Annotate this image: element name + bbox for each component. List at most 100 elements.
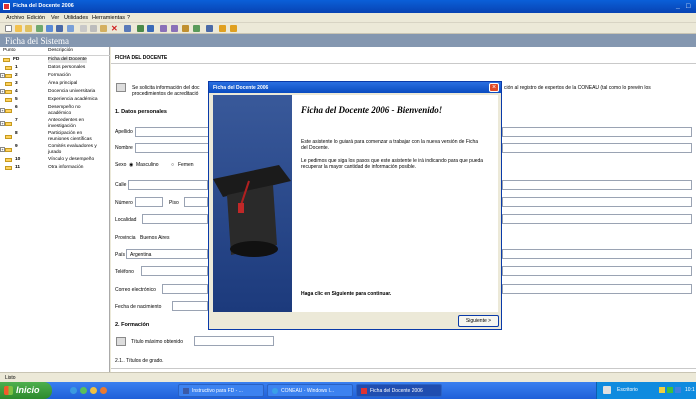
folder-icon (5, 158, 12, 162)
close-icon[interactable]: × (489, 83, 499, 92)
sexo-label: Sexo (115, 162, 127, 168)
telefono-label: Teléfono (115, 269, 134, 275)
quicklaunch-icon[interactable] (80, 387, 87, 394)
desktop-icon[interactable] (603, 386, 611, 394)
numero-label: Número (115, 200, 133, 206)
statusbar: Listo (0, 372, 696, 382)
task-coneau[interactable]: CONEAU - Windows I... (267, 384, 353, 397)
cut-icon[interactable] (80, 25, 87, 32)
menu-herramientas[interactable]: Herramientas (92, 15, 125, 21)
calle-field[interactable] (128, 180, 208, 190)
sort-asc-icon[interactable] (160, 25, 167, 32)
calle-field-ext[interactable] (502, 180, 692, 190)
section-1-title: 1. Datos personales (115, 109, 167, 115)
sidebar-tree: Punto Descripción FD Ficha del Docente 1… (0, 47, 110, 372)
edit-icon[interactable] (25, 25, 32, 32)
app-icon (3, 3, 10, 10)
tool-f-icon[interactable] (193, 25, 200, 32)
pais-field-ext[interactable] (502, 249, 692, 259)
titulo-maximo-field[interactable] (194, 336, 274, 346)
tray-icon[interactable] (667, 387, 673, 393)
tray-desktop-label[interactable]: Escritorio (617, 387, 638, 393)
telefono-field[interactable] (141, 266, 208, 276)
start-button[interactable]: Inicio (0, 382, 52, 399)
delete-icon[interactable]: ✕ (111, 25, 118, 33)
menu-archivo[interactable]: Archivo (6, 15, 24, 21)
nacimiento-field[interactable] (172, 301, 208, 311)
back-icon[interactable] (219, 25, 226, 32)
pencil-icon[interactable] (116, 83, 126, 92)
folder-icon (5, 98, 12, 102)
undo-icon[interactable] (67, 25, 74, 32)
pais-field[interactable]: Argentina (126, 249, 208, 259)
col-descripcion: Descripción (48, 48, 74, 53)
radio-masculino-icon[interactable]: ◉ (129, 162, 133, 168)
telefono-field-ext[interactable] (502, 266, 692, 276)
numero-field[interactable] (135, 197, 163, 207)
nombre-field[interactable] (135, 143, 215, 153)
menu-help[interactable]: ? (127, 15, 130, 21)
apellido-field[interactable] (135, 127, 215, 137)
taskbar: Inicio Instructivo para FD - ... CONEAU … (0, 382, 696, 399)
nombre-label: Nombre (115, 145, 133, 151)
forward-icon[interactable] (230, 25, 237, 32)
quicklaunch-icon[interactable] (90, 387, 97, 394)
menu-ver[interactable]: Ver (51, 15, 59, 21)
maximize-button[interactable]: □ (686, 3, 690, 10)
browser-icon (272, 388, 278, 394)
paste-icon[interactable] (100, 25, 107, 32)
window-titlebar: Ficha del Docente 2006 _ □ (0, 0, 696, 13)
menu-utilidades[interactable]: Utilidades (64, 15, 88, 21)
window-title: Ficha del Docente 2006 (13, 3, 74, 9)
provincia-label: Provincia (115, 235, 136, 241)
welcome-dialog: Ficha del Docente 2006 × Ficha del Docen… (208, 81, 502, 330)
minimize-button[interactable]: _ (676, 3, 680, 10)
apellido-field-ext[interactable] (502, 127, 692, 137)
apellido-label: Apellido (115, 129, 133, 135)
radio-femenino-icon[interactable]: ○ (171, 162, 174, 168)
browser-icon[interactable] (70, 387, 77, 394)
next-button[interactable]: Siguiente > (458, 315, 499, 327)
open-icon[interactable] (15, 25, 22, 32)
windows-logo-icon (4, 386, 13, 395)
folder-icon (5, 135, 12, 139)
localidad-field[interactable] (142, 214, 208, 224)
piso-field[interactable] (184, 197, 208, 207)
task-ficha[interactable]: Ficha del Docente 2006 (356, 384, 442, 397)
pencil-icon[interactable] (116, 337, 126, 346)
tree-header: Punto Descripción (0, 47, 110, 56)
tool-g-icon[interactable] (206, 25, 213, 32)
tool-c-icon[interactable] (124, 25, 131, 32)
pais-value: Argentina (130, 252, 152, 258)
dialog-footer-text: Haga clic en Siguiente para continuar. (301, 291, 392, 297)
tool-b-icon[interactable] (46, 25, 53, 32)
copy-icon[interactable] (90, 25, 97, 32)
app-icon (361, 388, 367, 394)
correo-field-ext[interactable] (502, 284, 692, 294)
col-punto: Punto (3, 48, 16, 53)
localidad-field-ext[interactable] (502, 214, 692, 224)
tray-icon[interactable] (675, 387, 681, 393)
filter-icon[interactable] (182, 25, 189, 32)
save-icon[interactable] (56, 25, 63, 32)
tool-e-icon[interactable] (147, 25, 154, 32)
dialog-paragraph-2: Le pedimos que siga los pasos que este a… (301, 158, 484, 170)
clock: 10:1 (685, 387, 695, 393)
tray-icon[interactable] (659, 387, 665, 393)
tool-d-icon[interactable] (137, 25, 144, 32)
graduation-cap-icon (213, 165, 291, 257)
intro-text-b: procedimientos de acreditació (132, 91, 199, 97)
tool-a-icon[interactable] (36, 25, 43, 32)
correo-field[interactable] (162, 284, 208, 294)
menu-edicion[interactable]: Edición (27, 15, 45, 21)
system-tray: Escritorio 10:1 (596, 382, 696, 399)
numero-field-ext[interactable] (502, 197, 692, 207)
provincia-value[interactable]: Buenos Aires (140, 235, 169, 241)
quicklaunch-icon[interactable] (100, 387, 107, 394)
titulo-maximo-label: Título máximo obtenido (131, 339, 183, 345)
dialog-heading: Ficha del Docente 2006 - Bienvenido! (301, 105, 443, 115)
new-icon[interactable] (5, 25, 12, 32)
nombre-field-ext[interactable] (502, 143, 692, 153)
sort-desc-icon[interactable] (171, 25, 178, 32)
task-instructivo[interactable]: Instructivo para FD - ... (178, 384, 264, 397)
